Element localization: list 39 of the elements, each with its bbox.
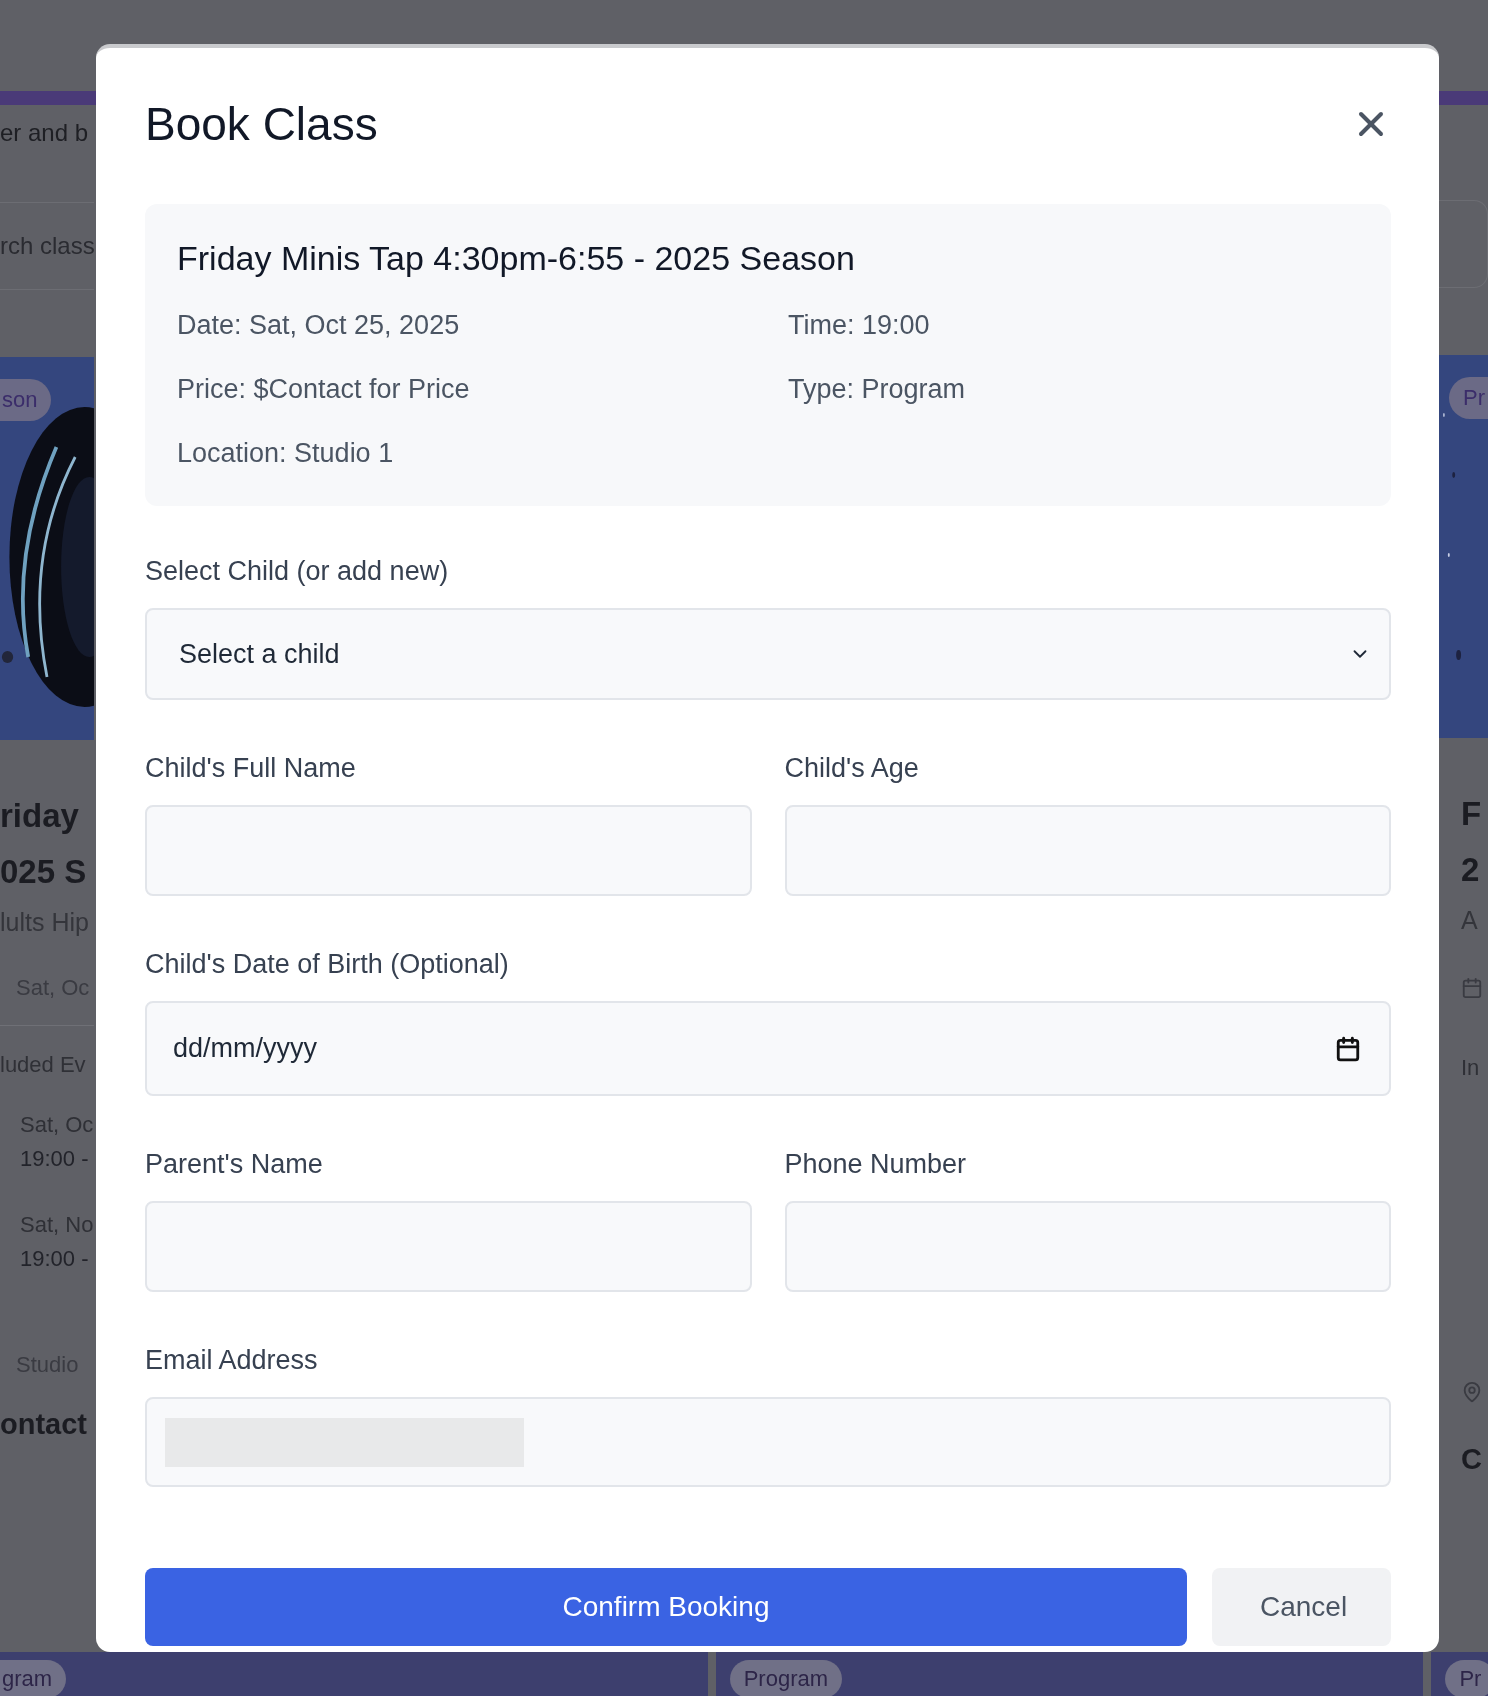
- event-time: 19:00 -: [20, 1146, 90, 1172]
- text-field[interactable]: [145, 1201, 752, 1292]
- class-title: 2: [1461, 850, 1481, 890]
- class-title: Friday Minis Tap 4:30pm-6:55 - 2025 Season: [177, 238, 856, 279]
- cancel-button[interactable]: Cancel: [1212, 1568, 1391, 1646]
- field-label: Parent's Name: [145, 1149, 324, 1179]
- category-badge: gram: [0, 1660, 67, 1696]
- category-badge: Program: [729, 1660, 843, 1696]
- field-label: Child's Full Name: [145, 753, 357, 783]
- date-field[interactable]: dd/mm/yyyy: [145, 1001, 1391, 1096]
- class-title: riday: [0, 796, 80, 836]
- calendar-icon: [1335, 1035, 1361, 1062]
- calendar-icon: [1461, 977, 1483, 999]
- class-detail: Date: Sat, Oct 25, 2025: [177, 309, 461, 342]
- location-pin-icon: [1461, 1381, 1483, 1403]
- text-field[interactable]: [784, 805, 1391, 896]
- email-field[interactable]: [145, 1397, 1391, 1487]
- category-badge: Pr: [1445, 1660, 1488, 1696]
- field-label: Child's Date of Birth (Optional): [145, 949, 510, 979]
- class-title: F: [1461, 794, 1483, 834]
- contact-heading: ontact: [0, 1408, 88, 1441]
- field-label: Email Address: [145, 1345, 319, 1375]
- class-detail: Location: Studio 1: [177, 437, 395, 470]
- class-detail: Type: Program: [788, 373, 967, 406]
- class-detail: Time: 19:00: [788, 309, 931, 342]
- confirm-button[interactable]: Confirm Booking: [145, 1568, 1187, 1646]
- child-select[interactable]: Select a child: [145, 608, 1391, 700]
- field-label: Phone Number: [784, 1149, 968, 1179]
- category-badge: son: [0, 379, 52, 421]
- text-field[interactable]: [784, 1201, 1391, 1292]
- field-label: Select Child (or add new): [145, 556, 450, 586]
- header-text: er and b: [0, 119, 89, 147]
- contact-heading: C: [1461, 1443, 1483, 1476]
- field-label: Child's Age: [784, 753, 920, 783]
- event-time: 19:00 -: [20, 1246, 90, 1272]
- dialog-title: Book Class: [145, 97, 378, 151]
- class-detail: Price: $Contact for Price: [177, 373, 471, 406]
- class-title: 025 S: [0, 852, 88, 892]
- text-field[interactable]: [145, 805, 752, 896]
